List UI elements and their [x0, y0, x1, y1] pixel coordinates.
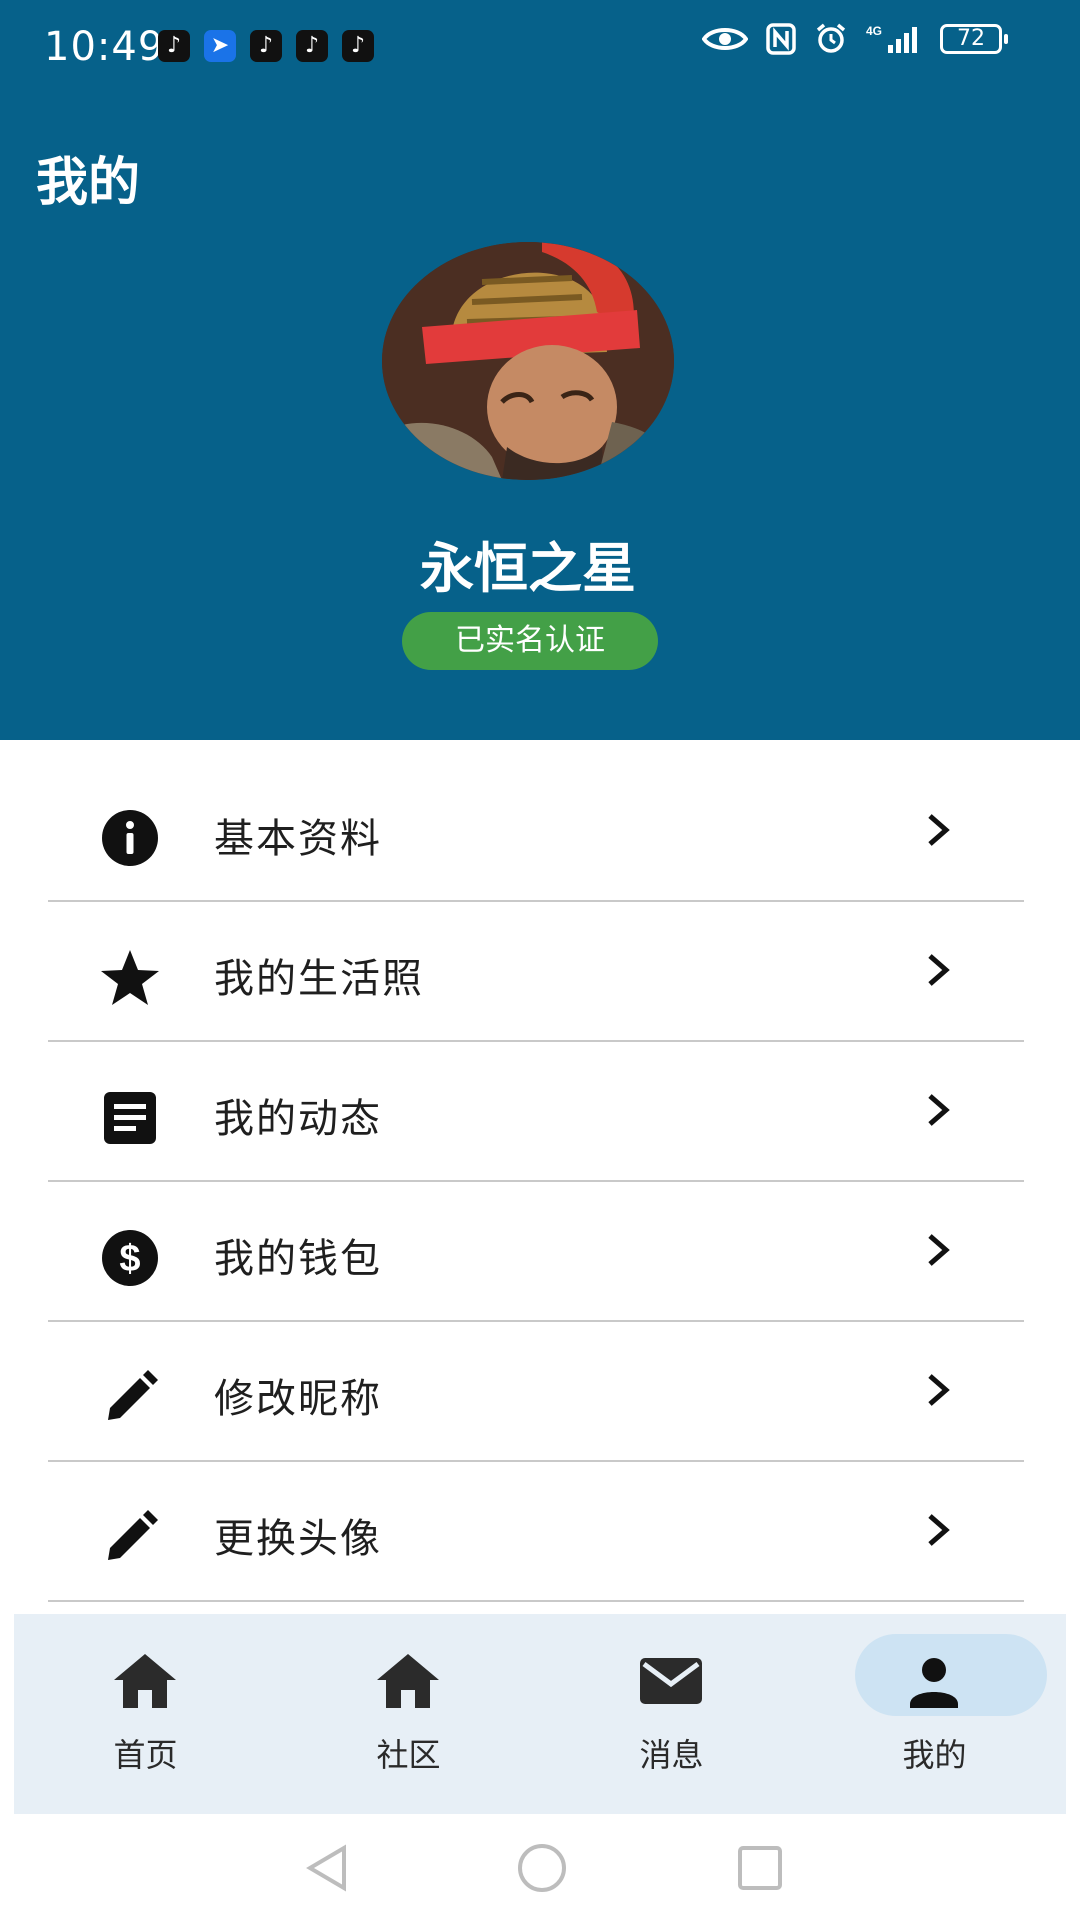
article-icon [98, 1086, 162, 1150]
menu-item-change-avatar[interactable]: 更换头像 [48, 1462, 1024, 1602]
menu-item-my-wallet[interactable]: $ 我的钱包 [48, 1182, 1024, 1322]
pencil-icon [98, 1366, 162, 1430]
mail-icon [636, 1650, 706, 1712]
chevron-right-icon [924, 810, 954, 850]
profile-header: 10:49 ♪ ➤ ♪ ♪ ♪ 4G 72 我的 永恒之星 已实名认证 [0, 0, 1080, 740]
battery-indicator: 72 [940, 24, 1008, 54]
status-bar: 10:49 ♪ ➤ ♪ ♪ ♪ 4G 72 [0, 0, 1080, 100]
chevron-right-icon [924, 1090, 954, 1130]
menu-item-label: 更换头像 [214, 1516, 382, 1562]
tiktok-icon: ♪ [250, 30, 282, 62]
menu-item-label: 我的生活照 [214, 956, 424, 1002]
signal-icon: 4G [866, 24, 917, 53]
nav-item-home[interactable]: 首页 [14, 1614, 277, 1814]
nfc-icon [766, 23, 796, 55]
dollar-icon: $ [98, 1226, 162, 1290]
bottom-nav: 首页 社区 消息 我的 [14, 1614, 1066, 1814]
menu-item-basic-info[interactable]: 基本资料 [48, 762, 1024, 902]
nav-item-messages[interactable]: 消息 [540, 1614, 803, 1814]
person-icon [899, 1650, 969, 1712]
status-time: 10:49 [44, 24, 165, 70]
profile-menu: 基本资料 我的生活照 我的动态 $ 我的钱包 修改昵称 更换头像 [48, 762, 1024, 1602]
menu-item-label: 修改昵称 [214, 1376, 382, 1422]
info-icon [98, 806, 162, 870]
home-icon [110, 1650, 180, 1712]
verified-badge: 已实名认证 [402, 612, 658, 670]
menu-item-label: 我的动态 [214, 1096, 382, 1142]
menu-item-edit-nickname[interactable]: 修改昵称 [48, 1322, 1024, 1462]
nav-label: 我的 [902, 1736, 967, 1774]
chevron-right-icon [924, 950, 954, 990]
recents-icon[interactable] [728, 1836, 792, 1900]
username: 永恒之星 [420, 537, 636, 600]
nav-label: 首页 [113, 1736, 178, 1774]
tiktok-icon: ♪ [342, 30, 374, 62]
avatar-image [382, 242, 674, 480]
system-nav-bar [0, 1814, 1080, 1920]
network-type: 4G [866, 24, 882, 38]
nav-item-profile[interactable]: 我的 [803, 1614, 1066, 1814]
home-icon [373, 1650, 443, 1712]
nav-label: 社区 [376, 1736, 441, 1774]
app-screen: 10:49 ♪ ➤ ♪ ♪ ♪ 4G 72 我的 永恒之星 已实名认证 基本资料… [0, 0, 1080, 1920]
menu-item-label: 基本资料 [214, 816, 382, 862]
status-indicators: 4G 72 [702, 22, 1008, 56]
page-title: 我的 [36, 153, 141, 213]
chevron-right-icon [924, 1230, 954, 1270]
chevron-right-icon [924, 1510, 954, 1550]
avatar[interactable] [382, 242, 674, 480]
menu-item-label: 我的钱包 [214, 1236, 382, 1282]
nav-item-community[interactable]: 社区 [277, 1614, 540, 1814]
chevron-right-icon [924, 1370, 954, 1410]
home-circle-icon[interactable] [510, 1836, 574, 1900]
pencil-icon [98, 1506, 162, 1570]
feishu-icon: ➤ [204, 30, 236, 62]
eye-icon [702, 28, 748, 50]
alarm-icon [816, 23, 846, 53]
svg-text:$: $ [119, 1238, 140, 1280]
star-icon [98, 946, 162, 1010]
back-icon[interactable] [296, 1836, 360, 1900]
tiktok-icon: ♪ [158, 30, 190, 62]
tiktok-icon: ♪ [296, 30, 328, 62]
status-app-icons: ♪ ➤ ♪ ♪ ♪ [158, 30, 374, 62]
menu-item-life-photos[interactable]: 我的生活照 [48, 902, 1024, 1042]
menu-item-my-posts[interactable]: 我的动态 [48, 1042, 1024, 1182]
nav-label: 消息 [639, 1736, 704, 1774]
